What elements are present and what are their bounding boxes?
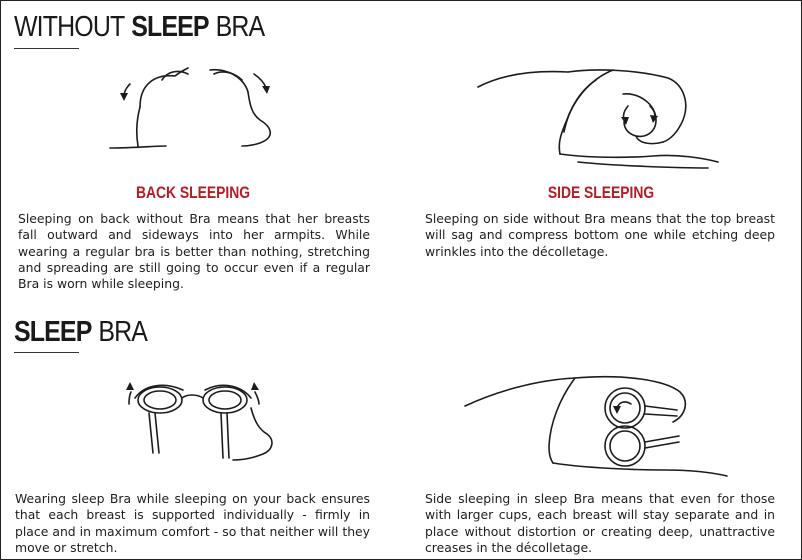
back-sleeping-description: Sleeping on back without Bra means that …	[18, 211, 370, 292]
back-sleep-bra-illustration	[126, 382, 273, 461]
heading-underline	[14, 48, 79, 49]
side-sleep-bra-description: Side sleeping in sleep Bra means that ev…	[425, 491, 775, 555]
without-sleep-bra-heading: WITHOUT SLEEP BRA	[14, 11, 265, 43]
back-sleeping-label: BACK SLEEPING	[136, 184, 250, 202]
side-sleeping-label: SIDE SLEEPING	[547, 184, 655, 202]
back-sleep-bra-description: Wearing sleep Bra while sleeping on your…	[15, 491, 370, 555]
back-no-bra-illustration	[109, 67, 272, 149]
side-sleep-bra-illustration	[464, 375, 728, 477]
side-no-bra-illustration	[477, 69, 719, 169]
heading-underline	[14, 352, 79, 353]
sleep-bra-heading: SLEEP BRA	[14, 316, 148, 348]
side-sleeping-description: Sleeping on side without Bra means that …	[425, 211, 775, 259]
